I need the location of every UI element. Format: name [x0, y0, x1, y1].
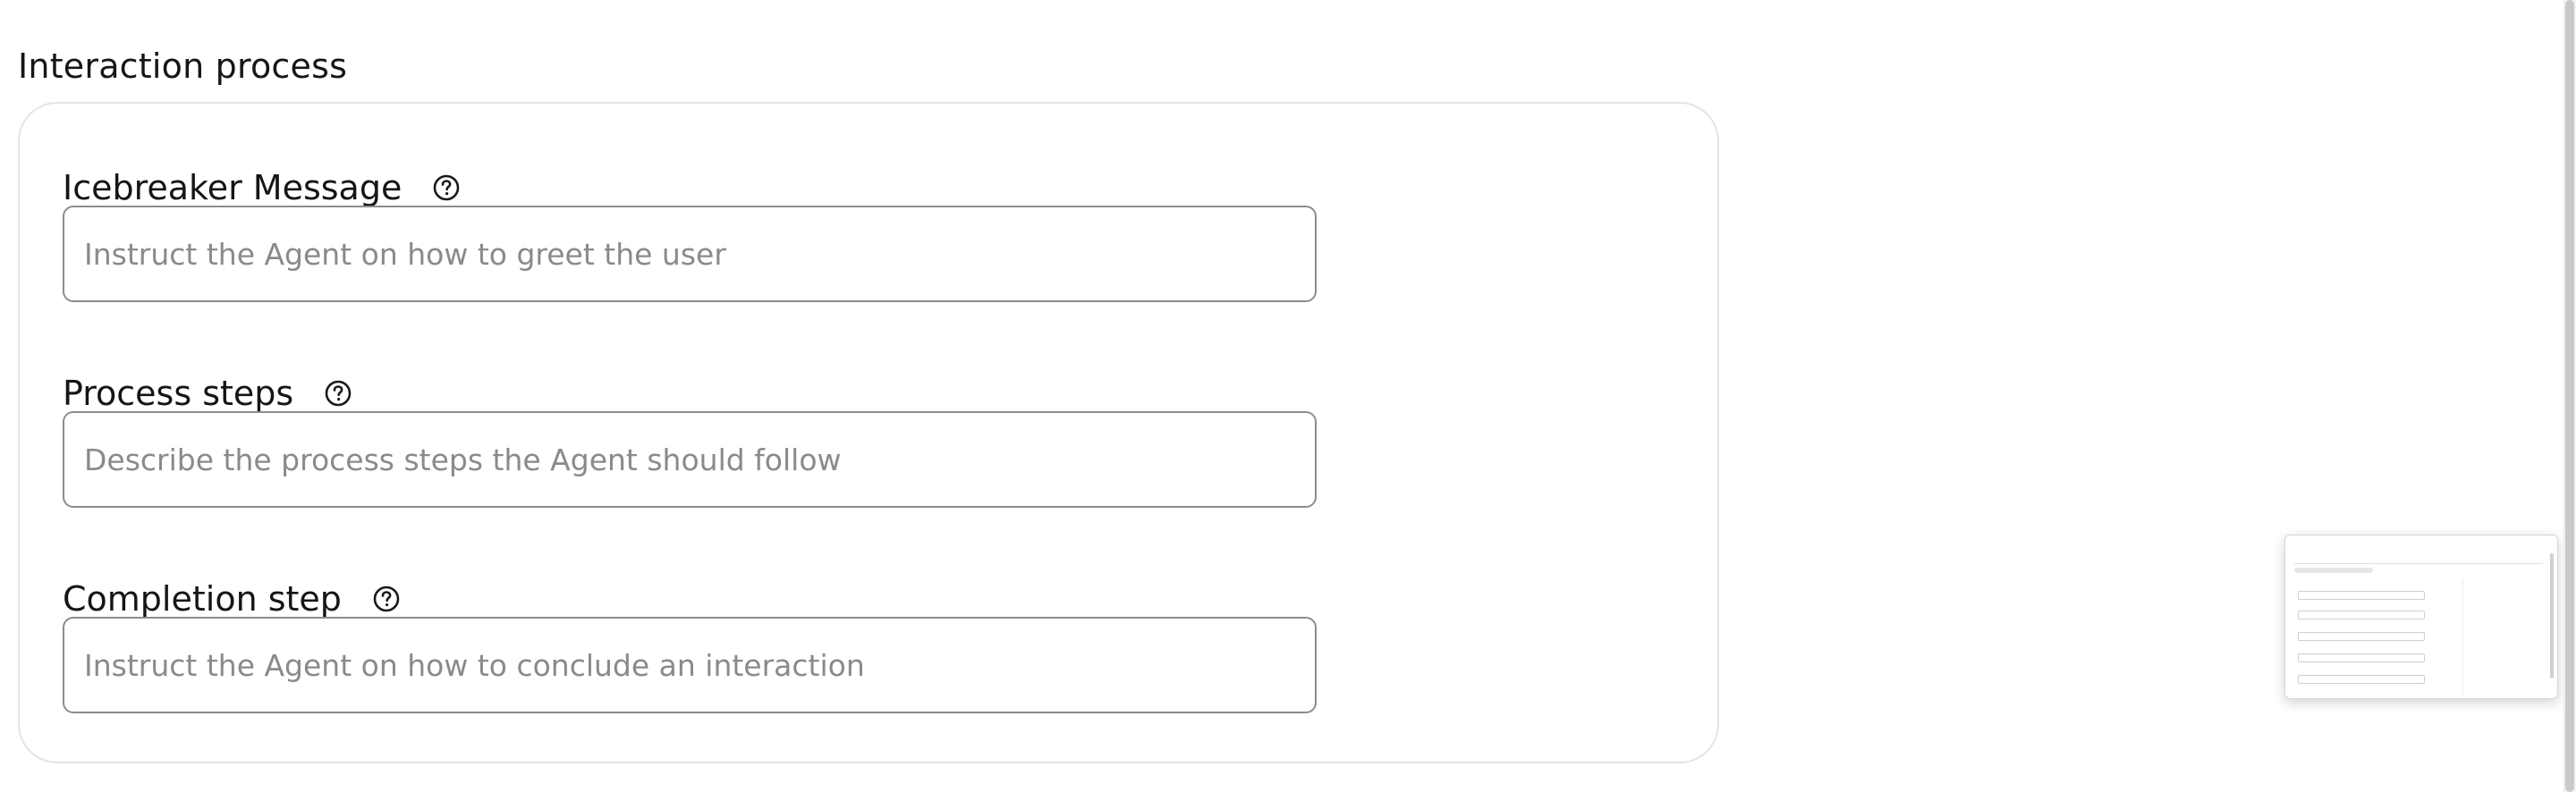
completion-step-input[interactable] — [63, 617, 1317, 713]
preview-scrollbar — [2550, 553, 2554, 678]
process-steps-input[interactable] — [63, 411, 1317, 508]
completion-step-field: Completion step — [63, 576, 401, 622]
preview-input — [2298, 611, 2425, 619]
preview-input — [2298, 632, 2425, 641]
page-preview-thumbnail[interactable] — [2284, 535, 2558, 699]
preview-tabs — [2294, 557, 2543, 564]
section-title: Interaction process — [18, 46, 348, 86]
process-steps-field: Process steps — [63, 370, 352, 417]
icebreaker-message-field: Icebreaker Message — [63, 164, 461, 211]
process-steps-label: Process steps — [63, 374, 294, 413]
preview-chip — [2294, 568, 2373, 573]
scrollbar-thumb[interactable] — [2565, 0, 2574, 792]
icebreaker-message-input[interactable] — [63, 206, 1317, 302]
question-circle-icon[interactable] — [372, 585, 401, 613]
preview-input — [2298, 653, 2425, 662]
preview-divider — [2462, 578, 2463, 695]
question-circle-icon[interactable] — [432, 173, 461, 202]
interaction-process-card: Icebreaker Message Process steps Complet… — [18, 102, 1719, 763]
icebreaker-message-label: Icebreaker Message — [63, 168, 402, 207]
preview-input — [2298, 675, 2425, 684]
question-circle-icon[interactable] — [324, 379, 352, 408]
preview-input — [2298, 591, 2425, 600]
completion-step-label: Completion step — [63, 579, 342, 619]
